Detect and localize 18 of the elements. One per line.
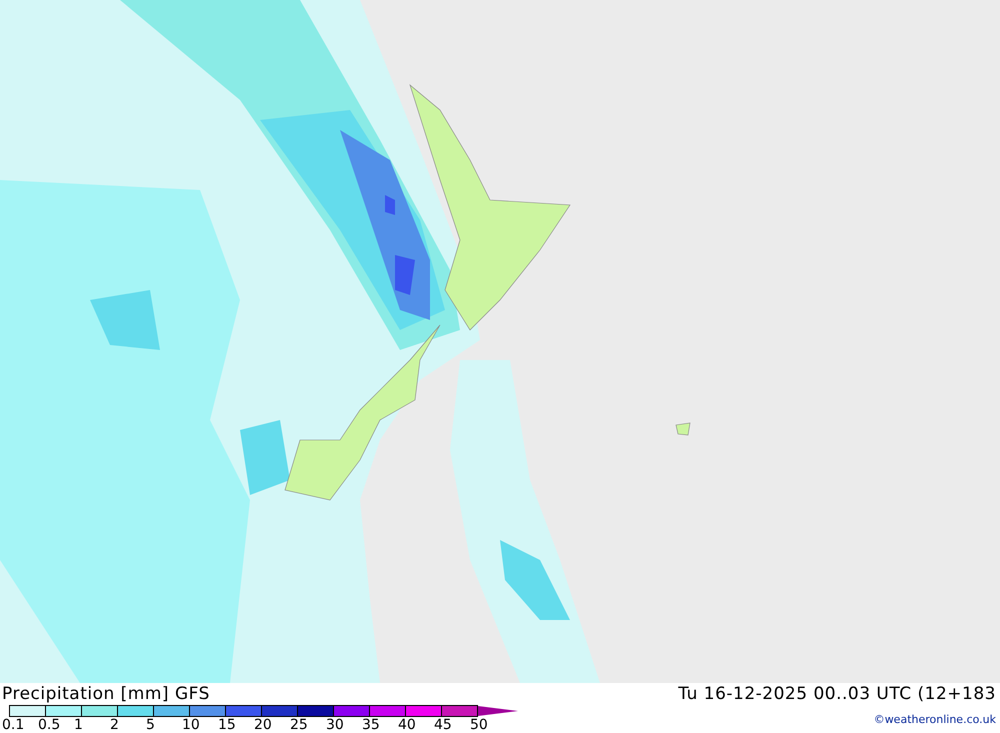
legend-label: 45 <box>434 717 453 733</box>
legend-label: 25 <box>290 717 309 733</box>
credit-link[interactable]: ©weatheronline.co.uk <box>874 713 996 726</box>
legend-label: 50 <box>470 717 489 733</box>
legend-label: 15 <box>218 717 237 733</box>
legend-arrow-icon <box>478 705 518 717</box>
map-title: Precipitation [mm] GFS <box>2 683 211 705</box>
legend-label: 10 <box>182 717 201 733</box>
legend-label: 40 <box>398 717 417 733</box>
legend-label: 1 <box>74 717 84 733</box>
legend-label: 2 <box>110 717 120 733</box>
legend-label: 5 <box>146 717 156 733</box>
legend-label: 0.5 <box>38 717 62 733</box>
legend-label: 30 <box>326 717 345 733</box>
legend-label: 35 <box>362 717 381 733</box>
legend-label: 0.1 <box>2 717 26 733</box>
legend-label: 20 <box>254 717 273 733</box>
valid-time: Tu 16-12-2025 00..03 UTC (12+183 <box>678 683 996 705</box>
